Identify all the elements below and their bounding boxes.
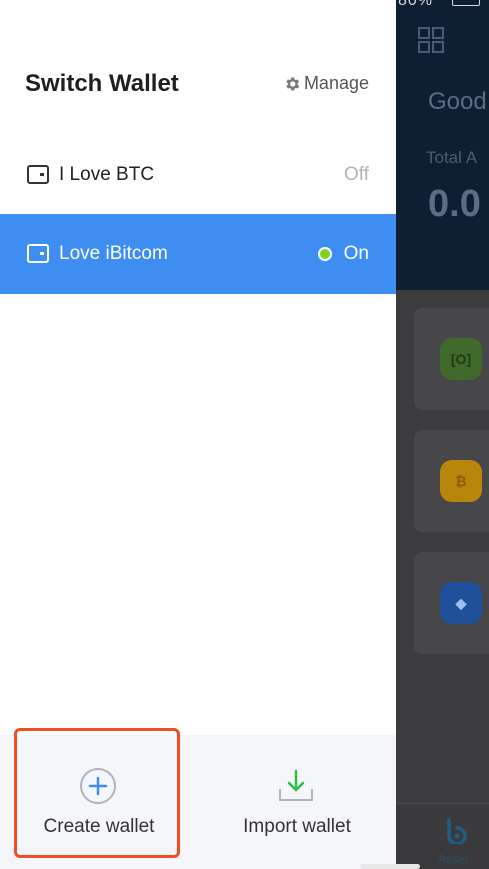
asset-tab-icon[interactable]: [443, 816, 471, 844]
drawer-title: Switch Wallet: [25, 70, 179, 97]
background-header: 80% Good Total A 0.0: [396, 0, 489, 290]
total-assets-label: Total A: [426, 148, 478, 167]
wallet-status: On: [317, 243, 369, 265]
manage-button[interactable]: Manage: [283, 73, 369, 94]
tab-asset-label[interactable]: Asset: [438, 852, 468, 866]
manage-label: Manage: [303, 73, 369, 93]
wallet-status-text: On: [343, 243, 369, 264]
import-wallet-button[interactable]: Import wallet: [198, 735, 396, 869]
tab-bar: Asset: [396, 803, 489, 869]
wallet-status-text: Off: [344, 164, 369, 185]
battery-icon: [452, 0, 480, 6]
battery-percent: 80%: [398, 0, 434, 9]
wallet-icon: [27, 165, 49, 184]
gear-icon: [286, 76, 300, 91]
balance-value: 0.0: [428, 183, 481, 225]
wallet-status: Off: [344, 164, 369, 186]
plus-circle-icon: [80, 768, 116, 804]
create-wallet-label: Create wallet: [43, 816, 155, 837]
wallet-name: Love iBitcom: [59, 243, 168, 264]
drawer-footer: Create wallet Import wallet: [0, 735, 396, 869]
wallet-name: I Love BTC: [59, 164, 155, 185]
wallet-icon: [27, 244, 49, 263]
import-wallet-label: Import wallet: [243, 816, 351, 837]
coin-icon: [O]: [440, 338, 482, 380]
bitcoin-icon: ₿: [440, 460, 482, 502]
download-icon: [279, 769, 313, 801]
online-dot-icon: [317, 247, 332, 261]
create-wallet-button[interactable]: Create wallet: [0, 735, 198, 869]
greeting-text: Good: [428, 88, 487, 115]
asset-card[interactable]: ◆: [414, 552, 489, 654]
wallet-item-i-love-btc[interactable]: I Love BTC Off: [0, 135, 396, 215]
wallet-item-love-ibitcom[interactable]: Love iBitcom On: [0, 214, 396, 294]
drawer-header: Switch Wallet Manage: [0, 60, 396, 110]
switch-wallet-drawer: Switch Wallet Manage I Love BTC Off Love…: [0, 0, 396, 869]
asset-card[interactable]: ₿: [414, 430, 489, 532]
home-indicator: [360, 864, 420, 869]
asset-card[interactable]: [O]: [414, 308, 489, 410]
background-body: [O] ₿ ◆: [396, 290, 489, 869]
ethereum-icon: ◆: [440, 582, 482, 624]
background-app: 80% Good Total A 0.0 [O] ₿ ◆ Asset: [396, 0, 489, 869]
grid-icon[interactable]: [418, 27, 444, 53]
